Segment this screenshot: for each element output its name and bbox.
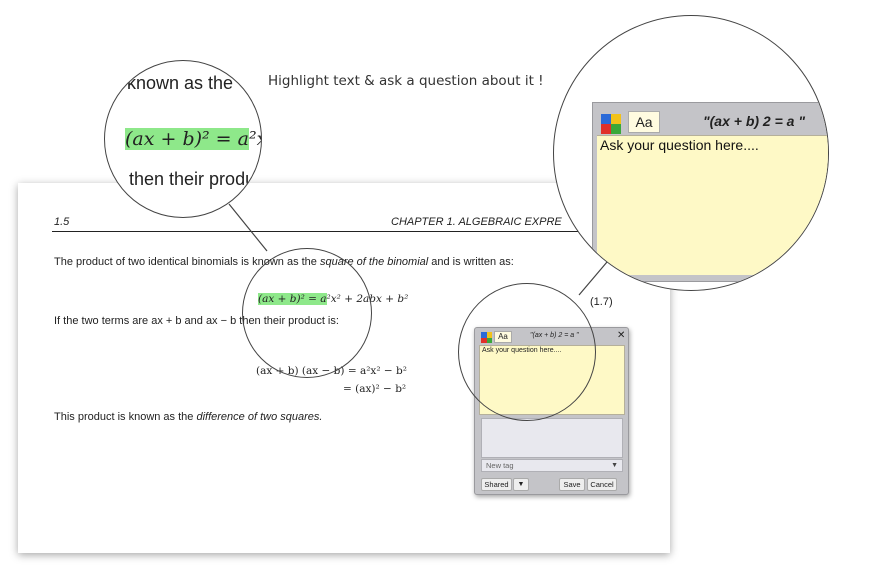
save-button[interactable]: Save [559, 478, 585, 491]
zoom-circle-popup: Aa "(ax + b) 2 = a " Ask your question h… [553, 15, 829, 291]
magnifier-ring-popup [458, 283, 596, 421]
zoom-equation: (ax + b)² = a²x² [125, 128, 261, 150]
zoom-text-line-3: then their produ [129, 169, 256, 189]
equation-2-line-2: = (ax)² − b² [343, 383, 407, 395]
tag-input[interactable]: New tag ▼ [481, 459, 623, 472]
zoom-question-textarea: Ask your question here.... [597, 135, 828, 275]
section-number: 1.5 [54, 216, 70, 228]
existing-notes-area [481, 418, 623, 458]
zoom-highlight: (ax + b)² = a [125, 128, 249, 150]
close-icon[interactable]: ✕ [617, 330, 625, 341]
chapter-header: CHAPTER 1. ALGEBRAIC EXPRE [391, 216, 562, 228]
shared-button[interactable]: Shared [481, 478, 512, 491]
header-rule [52, 231, 652, 232]
zoom-popup-frame: Aa "(ax + b) 2 = a " Ask your question h… [592, 102, 828, 282]
dropdown-arrow-icon[interactable]: ▼ [611, 460, 618, 471]
shared-dropdown-arrow-icon[interactable]: ▼ [513, 478, 529, 491]
zoom-color-picker-icon [601, 114, 621, 134]
paragraph-3[interactable]: This product is known as the difference … [54, 411, 322, 423]
caption: Highlight text & ask a question about it… [268, 73, 544, 89]
zoom-circle-equation: known as the (ax + b)² = a²x² then their… [104, 60, 262, 218]
cancel-button[interactable]: Cancel [587, 478, 617, 491]
zoom-text-line-1: known as the [127, 73, 234, 93]
equation-number: (1.7) [590, 296, 613, 308]
zoom-font-button: Aa [628, 111, 660, 133]
magnifier-ring-equation [242, 248, 372, 378]
zoom-quoted-selection: "(ax + b) 2 = a " [703, 113, 805, 129]
